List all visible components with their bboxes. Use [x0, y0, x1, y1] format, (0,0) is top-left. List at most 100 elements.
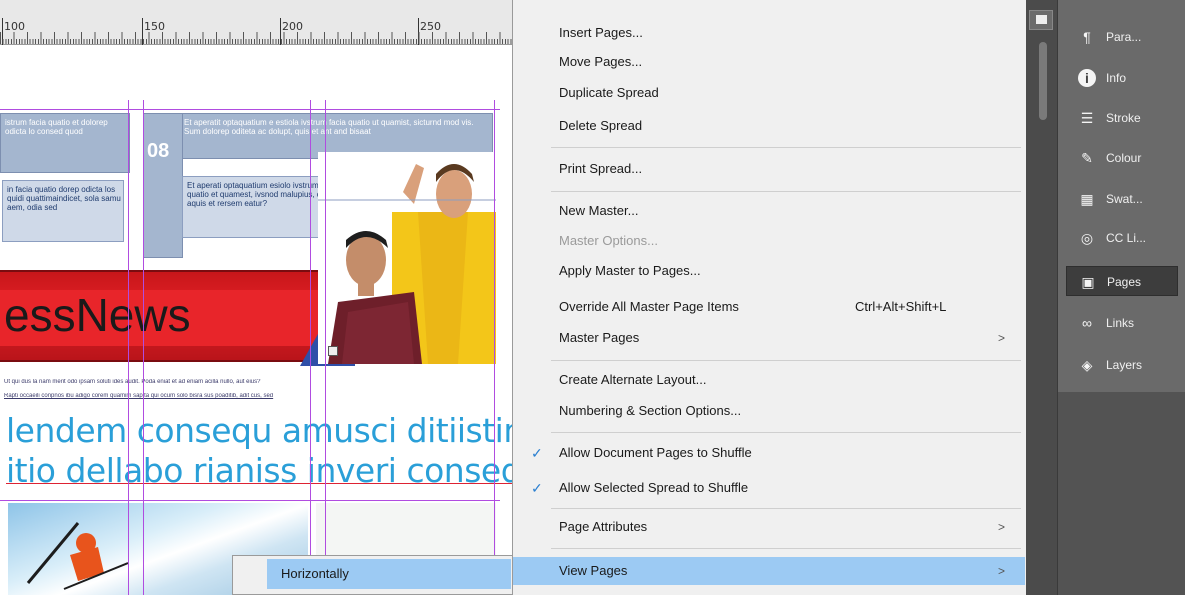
- menu-item-override-master-items[interactable]: Override All Master Page Items Ctrl+Alt+…: [513, 296, 1025, 318]
- panel-tab-label: Info: [1106, 71, 1127, 85]
- menu-item-numbering-section[interactable]: Numbering & Section Options...: [513, 400, 1025, 422]
- panel-tab-label: CC Li...: [1106, 231, 1147, 245]
- menu-item-allow-document-shuffle[interactable]: ✓ Allow Document Pages to Shuffle: [513, 442, 1025, 464]
- column-guide: [310, 100, 311, 595]
- row-guide: [0, 500, 500, 501]
- article-panel-1[interactable]: in facia quatio dorep odicta los quidi q…: [2, 180, 124, 242]
- menu-item-label: Create Alternate Layout...: [559, 372, 707, 387]
- paragraph-icon: ¶: [1083, 29, 1091, 45]
- column-guide: [325, 100, 326, 595]
- checkmark-icon: ✓: [531, 445, 543, 461]
- panel-tab-stroke[interactable]: ☰ Stroke: [1066, 103, 1178, 133]
- panel-tab-label: Layers: [1106, 358, 1143, 372]
- panel-tab-label: Stroke: [1106, 111, 1141, 125]
- menu-item-move-pages[interactable]: Move Pages...: [513, 51, 1025, 73]
- submenu-arrow-icon: >: [998, 564, 1006, 578]
- submenu-arrow-icon: >: [998, 331, 1006, 345]
- masthead-title: essNews: [4, 289, 191, 341]
- menu-item-label: Print Spread...: [559, 161, 643, 176]
- article-number: 08: [147, 140, 170, 162]
- menu-item-label: Duplicate Spread: [559, 85, 659, 100]
- pages-panel-menu: Insert Pages... Move Pages... Duplicate …: [512, 0, 1026, 595]
- panel-dock: ¶ Para... i Info ☰ Stroke ✎ Colour ▦ Swa…: [1057, 0, 1185, 595]
- menu-item-print-spread[interactable]: Print Spread...: [513, 158, 1025, 180]
- fine-print-line-2: Rapti occaeili conpnos ibu adigo corem q…: [4, 393, 274, 399]
- menu-item-new-master[interactable]: New Master...: [513, 200, 1025, 222]
- panel-tab-paragraph[interactable]: ¶ Para...: [1066, 22, 1178, 52]
- menu-item-label: Master Options...: [559, 233, 658, 248]
- menu-item-label: Allow Document Pages to Shuffle: [559, 445, 752, 460]
- headline-line-2[interactable]: itio dellabo rianiss inveri consequat: [6, 451, 515, 490]
- menu-item-apply-master[interactable]: Apply Master to Pages...: [513, 260, 1025, 282]
- panel-tab-label: Pages: [1107, 275, 1142, 289]
- colour-icon: ✎: [1081, 150, 1093, 166]
- headline-line-1[interactable]: lendem consequ amusci ditiistincto: [6, 411, 515, 450]
- panel-tab-label: Swat...: [1106, 192, 1143, 206]
- panel-tab-colour[interactable]: ✎ Colour: [1066, 143, 1178, 173]
- anchor-marker[interactable]: [328, 346, 338, 356]
- submenu-item-label: Horizontally: [281, 566, 349, 581]
- stroke-icon: ☰: [1080, 110, 1094, 126]
- panel-collapse-button[interactable]: [1029, 10, 1053, 30]
- menu-separator: [551, 191, 1021, 192]
- panel-tab-cc-libraries[interactable]: ◎ CC Li...: [1066, 223, 1178, 253]
- menu-item-master-options: Master Options...: [513, 230, 1025, 252]
- menu-item-page-attributes[interactable]: Page Attributes >: [513, 516, 1025, 538]
- menu-item-label: Master Pages: [559, 330, 640, 345]
- swatches-icon: ▦: [1080, 191, 1094, 207]
- panel-scrollbar[interactable]: [1026, 0, 1057, 595]
- article-panel-1-text: in facia quatio dorep odicta los quidi q…: [7, 185, 121, 212]
- view-pages-submenu: Horizontally: [232, 555, 512, 595]
- info-icon: i: [1078, 69, 1096, 87]
- menu-separator: [551, 432, 1021, 433]
- horizontal-ruler[interactable]: 100 150 200 250: [0, 0, 515, 45]
- panel-tab-label: Para...: [1106, 30, 1142, 44]
- panel-tab-pages[interactable]: ▣ Pages: [1066, 266, 1178, 296]
- panel-tab-swatches[interactable]: ▦ Swat...: [1066, 184, 1178, 214]
- cc-libraries-icon: ◎: [1080, 230, 1094, 246]
- menu-item-delete-spread[interactable]: Delete Spread: [513, 115, 1025, 137]
- column-guide: [143, 100, 144, 595]
- scrollbar-thumb[interactable]: [1039, 42, 1047, 120]
- submenu-item-horizontally[interactable]: Horizontally: [233, 556, 513, 592]
- menu-item-label: Delete Spread: [559, 118, 643, 133]
- panel-tab-label: Colour: [1106, 151, 1142, 165]
- column-guide: [494, 100, 495, 595]
- checkmark-icon: ✓: [531, 480, 543, 496]
- menu-item-label: Allow Selected Spread to Shuffle: [559, 480, 749, 495]
- menu-item-label: Page Attributes: [559, 519, 648, 534]
- menu-item-label: Insert Pages...: [559, 25, 643, 40]
- menu-item-label: Numbering & Section Options...: [559, 403, 742, 418]
- menu-separator: [551, 147, 1021, 148]
- layers-icon: ◈: [1081, 357, 1093, 373]
- menu-item-duplicate-spread[interactable]: Duplicate Spread: [513, 82, 1025, 104]
- pages-icon: ▣: [1081, 274, 1095, 290]
- links-icon: ∞: [1082, 315, 1092, 331]
- menu-item-master-pages[interactable]: Master Pages >: [513, 327, 1025, 349]
- panel-tab-links[interactable]: ∞ Links: [1066, 308, 1178, 338]
- menu-item-label: Move Pages...: [559, 54, 643, 69]
- row-guide: [0, 109, 500, 110]
- menu-item-label: View Pages: [559, 563, 628, 578]
- column-guide: [128, 100, 129, 595]
- fine-print-line-1: Ut qui dus la nam merit odo ipsam soluti…: [4, 379, 261, 385]
- menu-item-create-alternate-layout[interactable]: Create Alternate Layout...: [513, 369, 1025, 391]
- menu-separator: [551, 360, 1021, 361]
- menu-item-shortcut: Ctrl+Alt+Shift+L: [855, 299, 947, 314]
- menu-item-label: Apply Master to Pages...: [559, 263, 701, 278]
- menu-item-allow-spread-shuffle[interactable]: ✓ Allow Selected Spread to Shuffle: [513, 477, 1025, 499]
- menu-separator: [551, 508, 1021, 509]
- football-players-image[interactable]: [318, 152, 496, 364]
- article-box-1[interactable]: istrum facia quatio et dolorep odicta lo…: [0, 113, 130, 173]
- menu-item-label: New Master...: [559, 203, 639, 218]
- submenu-arrow-icon: >: [998, 520, 1006, 534]
- menu-item-insert-pages[interactable]: Insert Pages...: [513, 22, 1025, 44]
- document-canvas[interactable]: 100 150 200 250 istrum facia quatio et d…: [0, 0, 515, 595]
- panel-tab-layers[interactable]: ◈ Layers: [1066, 350, 1178, 380]
- menu-item-label: Override All Master Page Items: [559, 299, 739, 314]
- article-box-1-text: istrum facia quatio et dolorep odicta lo…: [5, 118, 108, 136]
- number-column: [143, 113, 183, 258]
- menu-item-view-pages[interactable]: View Pages >: [513, 557, 1025, 585]
- panel-tab-info[interactable]: i Info: [1066, 63, 1178, 93]
- panel-tab-label: Links: [1106, 316, 1135, 330]
